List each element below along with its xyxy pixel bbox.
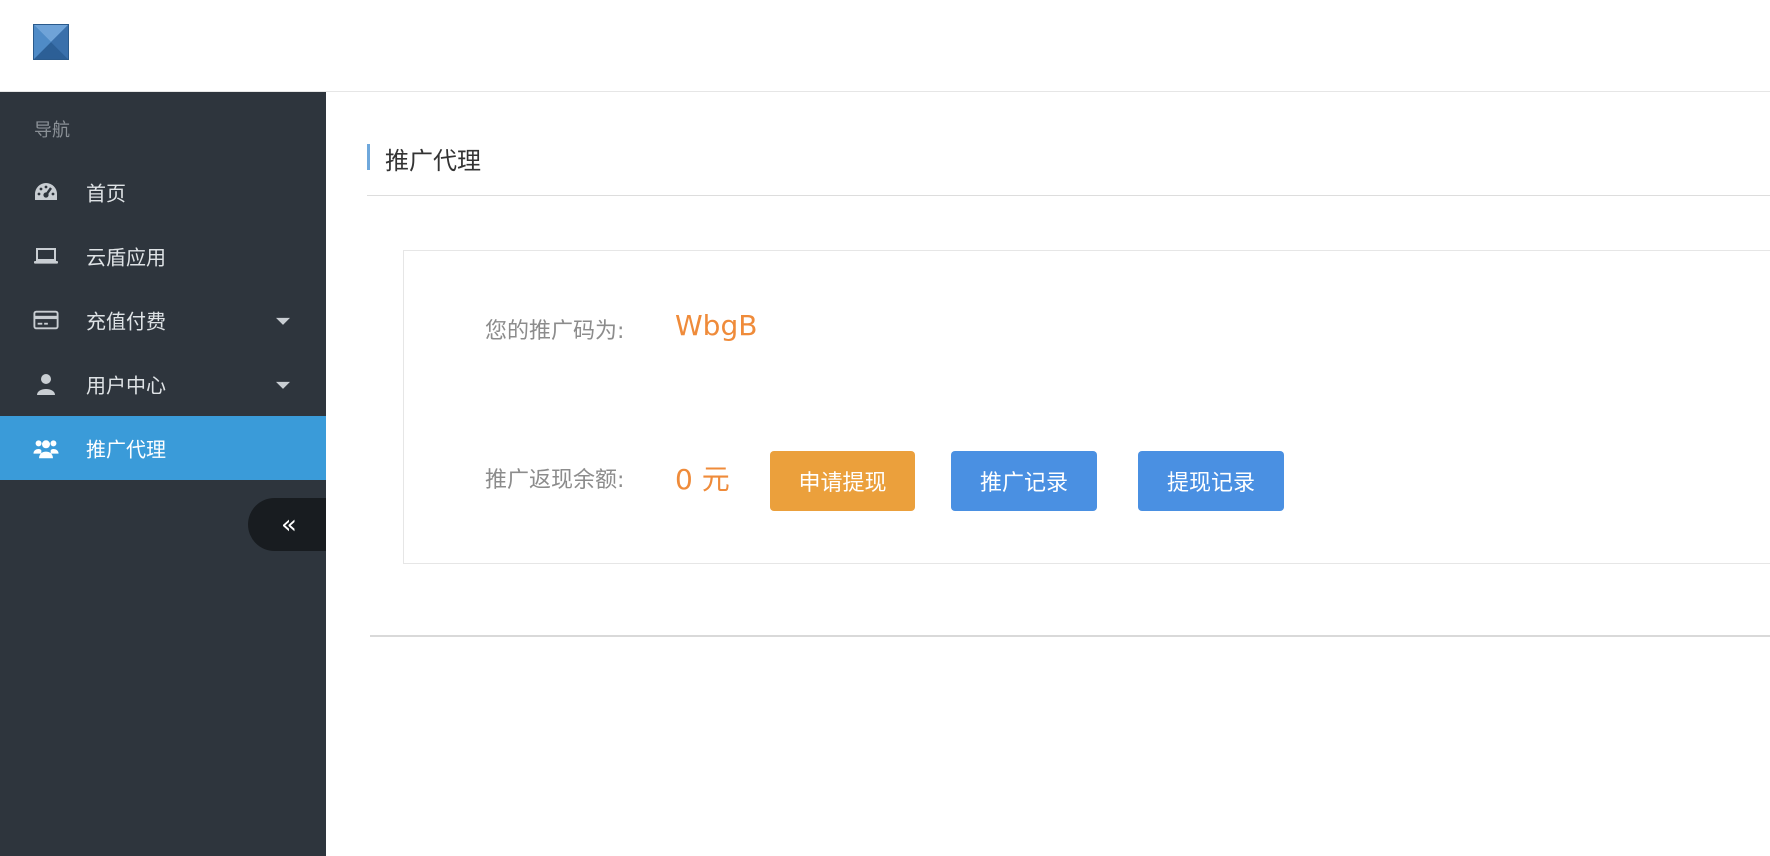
- promo-code-label: 您的推广码为:: [485, 319, 625, 344]
- users-icon: [33, 436, 59, 460]
- balance-label: 推广返现余额:: [485, 468, 625, 493]
- main-content: 推广代理 您的推广码为: WbgB 推广返现余额: 0 元 申请提现 推广记录 …: [326, 92, 1770, 856]
- page-title: 推广代理: [385, 147, 481, 175]
- divider: [370, 635, 1770, 637]
- sidebar-item-label: 首页: [86, 181, 126, 206]
- promo-records-button[interactable]: 推广记录: [951, 451, 1097, 511]
- sidebar-item-label: 推广代理: [86, 437, 166, 462]
- top-header: [0, 0, 1770, 92]
- dashboard-icon: [33, 180, 59, 204]
- sidebar-item-recharge[interactable]: 充值付费: [0, 288, 326, 352]
- sidebar-item-cloud-apps[interactable]: 云盾应用: [0, 224, 326, 288]
- withdraw-records-button[interactable]: 提现记录: [1138, 451, 1284, 511]
- sidebar-item-home[interactable]: 首页: [0, 160, 326, 224]
- chevron-down-icon: [276, 381, 290, 389]
- sidebar-item-label: 用户中心: [86, 373, 166, 398]
- nav-section-title: 导航: [34, 120, 70, 141]
- credit-card-icon: [33, 308, 59, 332]
- laptop-icon: [33, 244, 59, 268]
- withdraw-button[interactable]: 申请提现: [770, 451, 915, 511]
- user-icon: [33, 372, 59, 396]
- divider: [367, 195, 1770, 196]
- chevron-down-icon: [276, 317, 290, 325]
- broken-image-icon[interactable]: [33, 24, 69, 60]
- sidebar-item-promotion-agent[interactable]: 推广代理: [0, 416, 326, 480]
- promotion-panel: 您的推广码为: WbgB 推广返现余额: 0 元 申请提现 推广记录 提现记录: [403, 250, 1770, 564]
- sidebar-item-label: 充值付费: [86, 309, 166, 334]
- balance-value: 0 元: [675, 463, 730, 496]
- title-accent-bar: [367, 144, 370, 170]
- sidebar-item-user-center[interactable]: 用户中心: [0, 352, 326, 416]
- collapse-sidebar-button[interactable]: «: [248, 498, 326, 551]
- sidebar-item-label: 云盾应用: [86, 245, 166, 270]
- sidebar: 导航 首页 云盾应用 充值付费 用户中心 推广代理 «: [0, 92, 326, 856]
- promo-code-value: WbgB: [675, 309, 758, 342]
